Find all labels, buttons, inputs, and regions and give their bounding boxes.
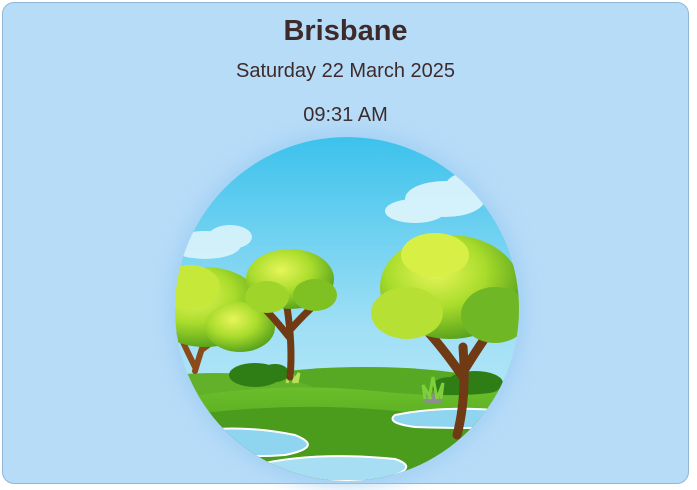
date-label: Saturday 22 March 2025 [235,60,456,82]
weather-time-card: Brisbane Saturday 22 March 2025 09:31 AM [2,2,689,484]
time-of-day-illustration [175,137,519,481]
city-name: Brisbane [283,15,408,47]
time-label: 09:31 AM [303,104,388,126]
